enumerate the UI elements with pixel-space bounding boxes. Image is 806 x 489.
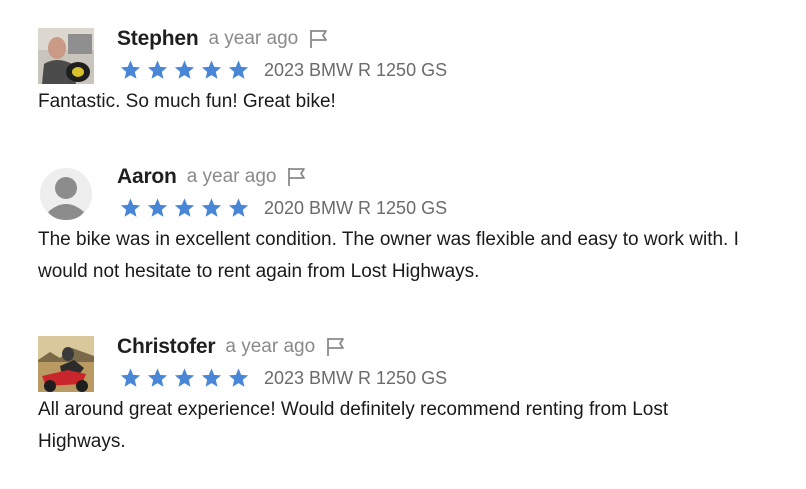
star-icon bbox=[228, 198, 249, 217]
star-icon bbox=[120, 368, 141, 387]
star-icon bbox=[201, 198, 222, 217]
reviewer-name: Stephen bbox=[117, 27, 199, 50]
report-flag-button[interactable] bbox=[308, 28, 330, 50]
avatar-photo-helmet-icon bbox=[38, 28, 94, 84]
review-timestamp: a year ago bbox=[186, 166, 277, 187]
star-icon bbox=[147, 198, 168, 217]
star-icon bbox=[147, 60, 168, 79]
review-text: Fantastic. So much fun! Great bike! bbox=[38, 91, 336, 112]
star-icon bbox=[228, 368, 249, 387]
avatar[interactable] bbox=[38, 28, 94, 84]
avatar[interactable] bbox=[38, 336, 94, 392]
star-icon bbox=[174, 198, 195, 217]
bike-model: 2023 BMW R 1250 GS bbox=[264, 367, 448, 388]
star-icon bbox=[201, 368, 222, 387]
review-card: Stephen a year ago 2023 BMW R 1250 GS Fa… bbox=[38, 27, 758, 118]
flag-icon bbox=[288, 168, 306, 186]
bike-model: 2020 BMW R 1250 GS bbox=[264, 197, 448, 218]
star-icon bbox=[120, 198, 141, 217]
flag-icon bbox=[327, 338, 345, 356]
star-icon bbox=[147, 368, 168, 387]
bike-model: 2023 BMW R 1250 GS bbox=[264, 59, 448, 80]
flag-icon bbox=[310, 30, 328, 48]
default-user-icon bbox=[40, 168, 92, 220]
reviewer-name: Christofer bbox=[117, 335, 216, 358]
review-card: Christofer a year ago 2023 BMW R 1250 GS… bbox=[38, 335, 758, 458]
star-icon bbox=[228, 60, 249, 79]
report-flag-button[interactable] bbox=[325, 336, 347, 358]
reviewer-name: Aaron bbox=[117, 165, 177, 188]
star-rating bbox=[119, 367, 254, 389]
star-icon bbox=[174, 60, 195, 79]
avatar[interactable] bbox=[38, 166, 94, 222]
star-icon bbox=[120, 60, 141, 79]
report-flag-button[interactable] bbox=[286, 166, 308, 188]
star-rating bbox=[119, 197, 254, 219]
review-card: Aaron a year ago 2020 BMW R 1250 GS The … bbox=[38, 165, 758, 288]
review-text: The bike was in excellent condition. The… bbox=[38, 229, 739, 282]
review-timestamp: a year ago bbox=[208, 28, 299, 49]
review-text: All around great experience! Would defin… bbox=[38, 399, 669, 452]
review-timestamp: a year ago bbox=[225, 336, 316, 357]
star-icon bbox=[201, 60, 222, 79]
star-rating bbox=[119, 59, 254, 81]
star-icon bbox=[174, 368, 195, 387]
avatar-photo-motorcycle-icon bbox=[38, 336, 94, 392]
